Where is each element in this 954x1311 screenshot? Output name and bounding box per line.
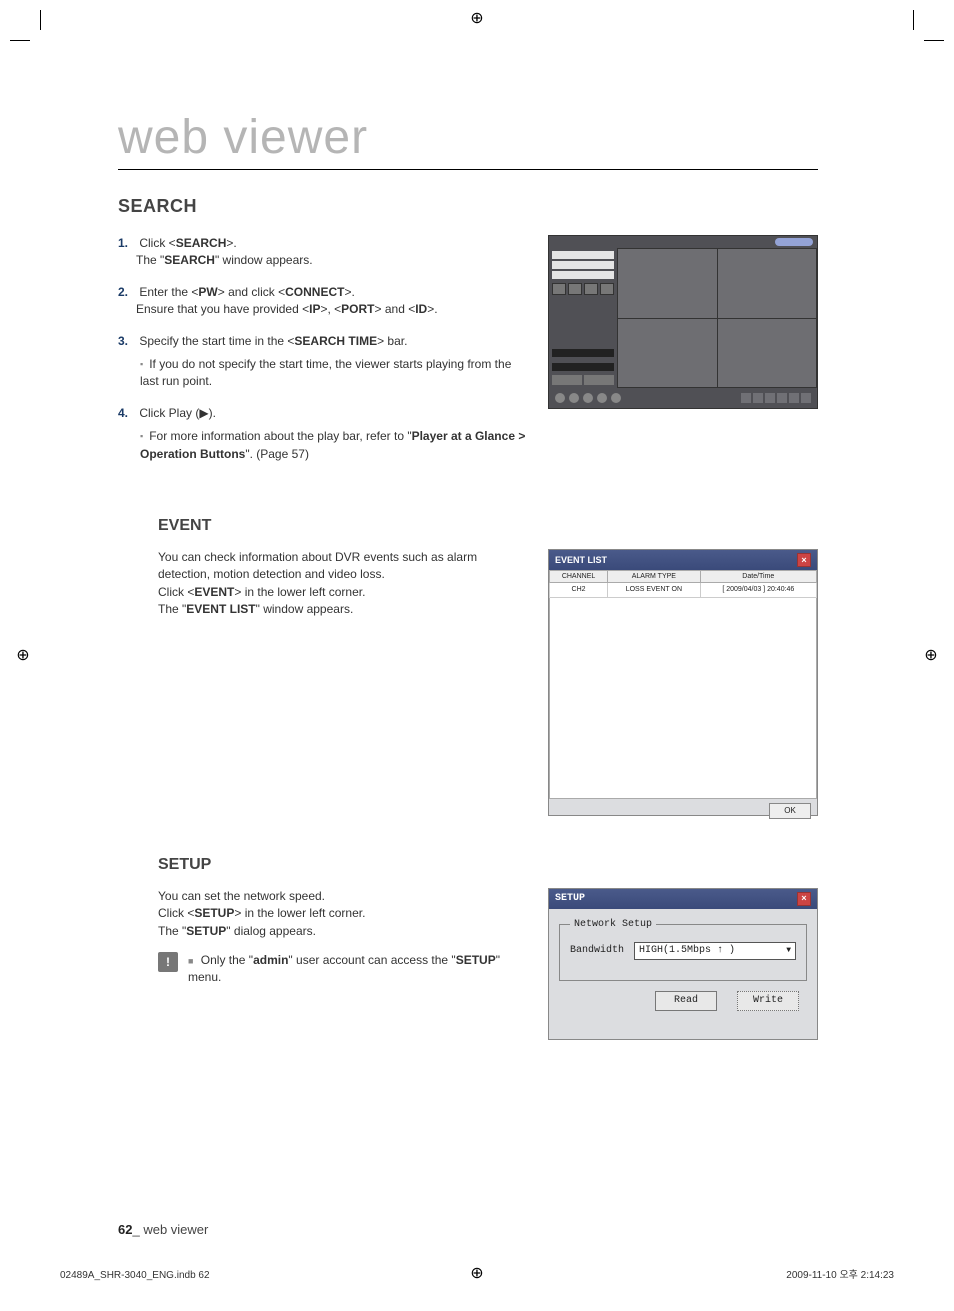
screenshot-search [548, 235, 818, 409]
paragraph: You can set the network speed. [158, 888, 528, 905]
paragraph: You can check information about DVR even… [158, 549, 528, 584]
fieldset-legend: Network Setup [570, 919, 656, 930]
paragraph: Click <SETUP> in the lower left corner. [158, 905, 528, 922]
read-button[interactable]: Read [655, 991, 717, 1011]
step-text: > bar. [377, 334, 407, 348]
paragraph: The "EVENT LIST" window appears. [158, 601, 528, 618]
step-bullet: For more information about the play bar,… [140, 428, 528, 463]
step-text: Specify the start time in the < [139, 334, 294, 348]
section-heading-search: SEARCH [118, 196, 818, 217]
col-channel: CHANNEL [550, 570, 608, 582]
step-3: 3. Specify the start time in the <SEARCH… [118, 333, 528, 391]
step-1: 1. Click <SEARCH>. The "SEARCH" window a… [118, 235, 528, 270]
brand-logo-icon [775, 238, 813, 246]
ok-button[interactable]: OK [769, 803, 811, 819]
col-alarm-type: ALARM TYPE [608, 570, 701, 582]
crop-mark-icon [874, 40, 914, 80]
caution-icon: ! [158, 952, 178, 972]
select-value: HIGH(1.5Mbps ↑ ) [639, 945, 735, 956]
step-subtext: Ensure that you have provided <IP>, <POR… [136, 302, 438, 316]
section-heading-setup: SETUP [118, 856, 818, 874]
term: PW [198, 285, 217, 299]
crop-mark-icon [40, 40, 80, 80]
registration-mark-icon: ⊕ [468, 10, 486, 28]
registration-mark-icon: ⊕ [922, 647, 940, 665]
table-row: CH2 LOSS EVENT ON [ 2009/04/03 ] 20:40:4… [550, 582, 817, 597]
step-number: 3. [118, 333, 136, 350]
event-table: CHANNEL ALARM TYPE Date/Time CH2 LOSS EV… [549, 570, 817, 598]
chevron-down-icon: ▼ [786, 946, 791, 955]
step-number: 2. [118, 284, 136, 301]
step-text: >. [226, 236, 236, 250]
term: SEARCH [176, 236, 227, 250]
print-slug-left: 02489A_SHR-3040_ENG.indb 62 [60, 1270, 210, 1281]
label-bandwidth: Bandwidth [570, 945, 624, 956]
screenshot-setup: SETUP × Network Setup Bandwidth HIGH(1.5… [548, 888, 818, 1040]
step-4: 4. Click Play (▶). For more information … [118, 405, 528, 463]
step-number: 1. [118, 235, 136, 252]
section-heading-event: EVENT [118, 517, 818, 535]
chapter-title: web viewer [118, 110, 818, 170]
dialog-title: SETUP [555, 893, 585, 904]
page-footer: 62_ web viewer [118, 1222, 208, 1237]
registration-mark-icon: ⊕ [14, 647, 32, 665]
step-text: Click < [139, 236, 175, 250]
step-text: Enter the < [139, 285, 198, 299]
registration-mark-icon: ⊕ [468, 1265, 486, 1283]
bandwidth-select[interactable]: HIGH(1.5Mbps ↑ ) ▼ [634, 942, 796, 960]
step-bullet: If you do not specify the start time, th… [140, 356, 528, 391]
screenshot-event-list: EVENT LIST × CHANNEL ALARM TYPE Date/Tim… [548, 549, 818, 816]
col-datetime: Date/Time [700, 570, 816, 582]
close-icon[interactable]: × [797, 553, 811, 567]
step-text: >. [344, 285, 354, 299]
write-button[interactable]: Write [737, 991, 799, 1011]
paragraph: The "SETUP" dialog appears. [158, 923, 528, 940]
step-2: 2. Enter the <PW> and click <CONNECT>. E… [118, 284, 528, 319]
print-slug-right: 2009-11-10 오후 2:14:23 [786, 1266, 894, 1281]
close-icon[interactable]: × [797, 892, 811, 906]
paragraph: Click <EVENT> in the lower left corner. [158, 584, 528, 601]
dialog-title: EVENT LIST [555, 555, 607, 565]
step-text: > and click < [218, 285, 285, 299]
step-text: Click Play (▶). [139, 406, 216, 420]
note-text: ■ Only the "admin" user account can acce… [188, 952, 528, 987]
step-number: 4. [118, 405, 136, 422]
term: CONNECT [285, 285, 344, 299]
step-subtext: The "SEARCH" window appears. [136, 253, 313, 267]
term: SEARCH TIME [294, 334, 377, 348]
